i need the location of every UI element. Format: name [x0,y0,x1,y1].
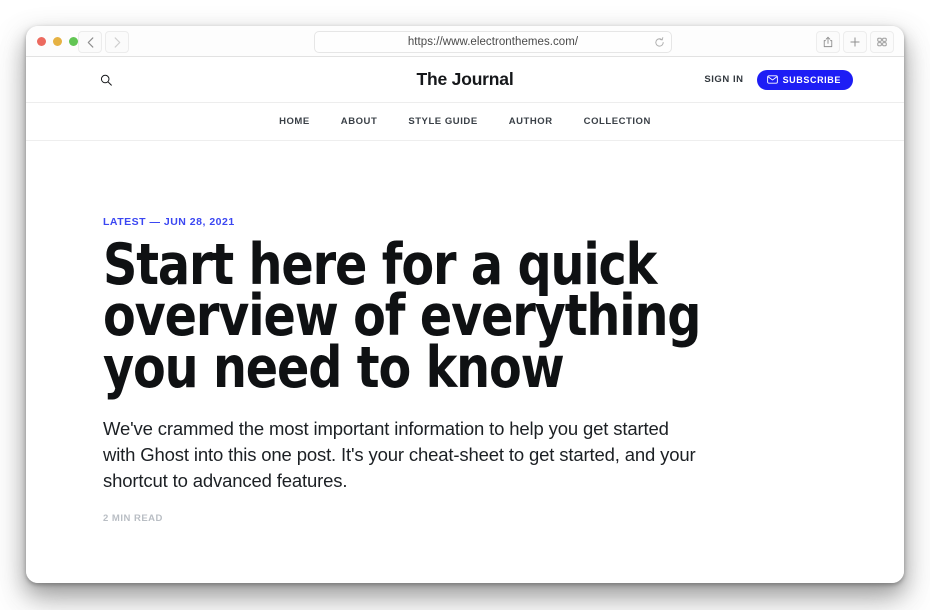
chevron-left-icon [87,36,93,48]
forward-button[interactable] [105,31,129,53]
page-viewport: The Journal SIGN IN SUBSCRIBE HOME ABOUT [26,57,904,583]
article-excerpt: We've crammed the most important informa… [103,417,696,492]
article-meta: LATEST — JUN 28, 2021 [103,216,235,228]
nav-item-home[interactable]: HOME [279,116,310,127]
nav-item-style-guide[interactable]: STYLE GUIDE [408,116,477,127]
reload-button[interactable] [653,36,665,48]
window-close-button[interactable] [37,37,46,46]
back-button[interactable] [78,31,102,53]
screenshot-stage: https://www.electronthemes.com/ The Jour… [0,0,930,610]
window-zoom-button[interactable] [69,37,78,46]
site-navigation: HOME ABOUT STYLE GUIDE AUTHOR COLLECTION [26,103,904,141]
nav-item-about[interactable]: ABOUT [341,116,378,127]
browser-navigation-buttons [78,31,129,53]
envelope-icon [766,75,778,84]
article-title[interactable]: Start here for a quick overview of every… [103,237,782,397]
address-bar-url: https://www.electronthemes.com/ [407,36,579,48]
subscribe-button-label: SUBSCRIBE [782,74,841,85]
nav-item-collection[interactable]: COLLECTION [584,116,651,127]
sign-in-link[interactable]: SIGN IN [704,74,743,85]
window-traffic-lights [37,37,78,46]
new-tab-button[interactable] [843,31,867,53]
share-button[interactable] [816,31,840,53]
share-icon [823,36,833,48]
article-read-time: 2 MIN READ [103,512,163,524]
nav-item-author[interactable]: AUTHOR [509,116,553,127]
plus-icon [850,37,860,47]
tab-overview-button[interactable] [870,31,894,53]
browser-window: https://www.electronthemes.com/ The Jour… [26,26,904,583]
featured-article: LATEST — JUN 28, 2021 Start here for a q… [26,141,904,524]
tab-grid-icon [877,37,887,47]
site-header-actions: SIGN IN SUBSCRIBE [704,69,853,90]
site-header: The Journal SIGN IN SUBSCRIBE [26,57,904,103]
reload-icon [654,36,664,47]
address-bar[interactable]: https://www.electronthemes.com/ [314,31,672,53]
browser-toolbar-actions [816,31,894,53]
window-minimize-button[interactable] [53,37,62,46]
browser-toolbar: https://www.electronthemes.com/ [26,26,904,57]
subscribe-button[interactable]: SUBSCRIBE [756,69,853,90]
chevron-right-icon [114,36,120,48]
